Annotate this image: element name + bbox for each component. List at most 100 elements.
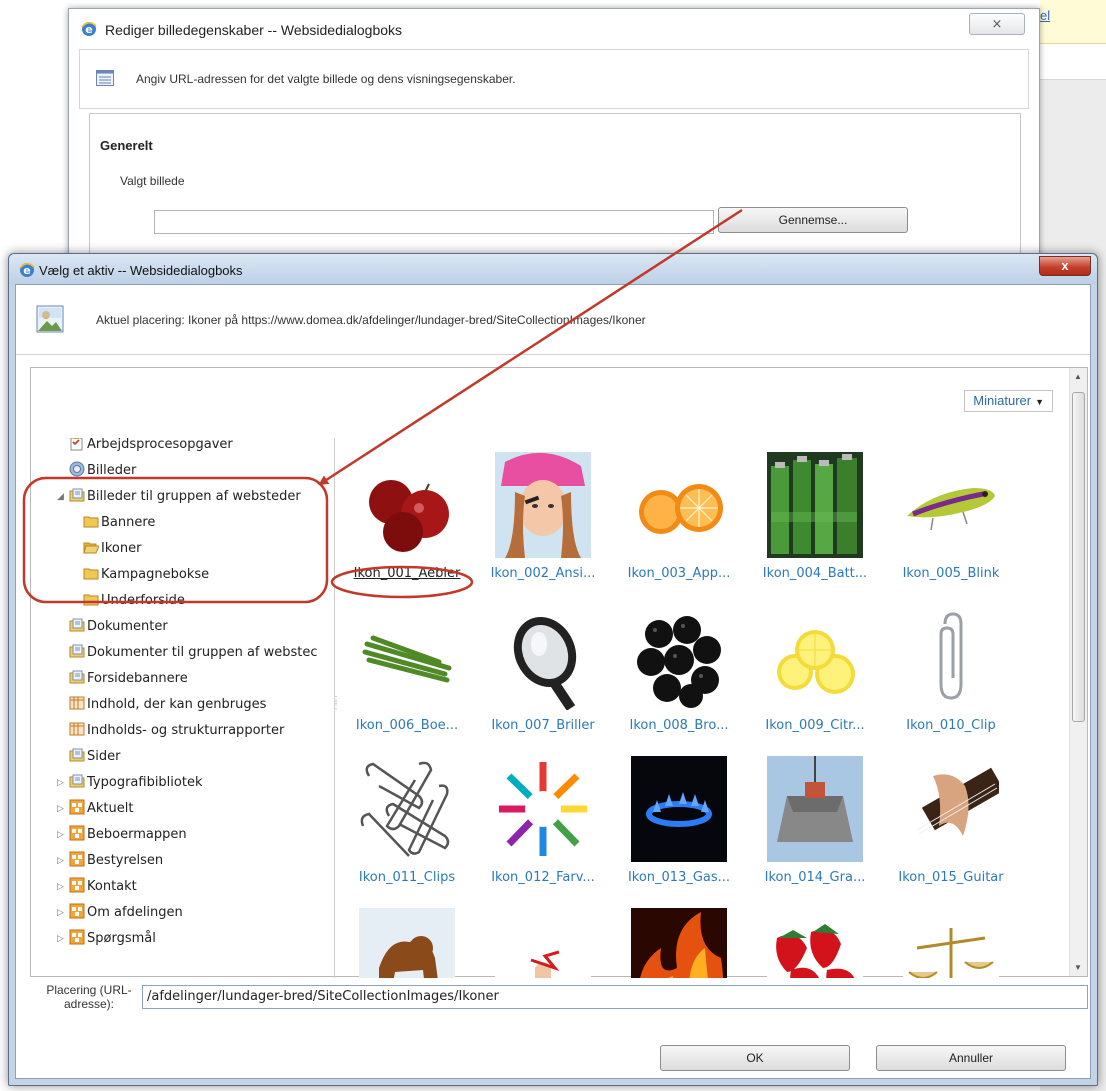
thumbnail-item[interactable]: [475, 908, 611, 978]
expand-icon[interactable]: ▷: [57, 824, 64, 846]
edit-dialog-titlebar: e Rediger billedegenskaber -- Websidedia…: [69, 9, 1039, 49]
thumbnail-item[interactable]: Ikon_003_App...: [611, 452, 747, 592]
thumbnail-caption[interactable]: Ikon_001_Aebler: [339, 566, 475, 581]
thumbnail-image[interactable]: [359, 908, 455, 978]
list-icon: [69, 695, 85, 711]
tree-item[interactable]: Bannere: [83, 512, 155, 534]
tree-item[interactable]: ▷ Aktuelt: [57, 798, 133, 820]
thumbnail-item[interactable]: Ikon_004_Batt...: [747, 452, 883, 592]
tree-item[interactable]: Underforside: [83, 590, 185, 612]
tree-item[interactable]: Indholds- og strukturrapporter: [69, 720, 284, 742]
tree-item[interactable]: ◢ Billeder til gruppen af websteder: [57, 486, 301, 508]
subsite-icon: [69, 825, 85, 841]
thumbnail-item[interactable]: Ikon_015_Guitar: [883, 756, 1019, 896]
thumbnail-image[interactable]: [631, 604, 727, 710]
selected-image-input[interactable]: [154, 210, 714, 234]
thumbnail-item[interactable]: Ikon_008_Bro...: [611, 604, 747, 744]
thumbnail-item[interactable]: [339, 908, 475, 978]
tree-item-label: Bestyrelsen: [87, 853, 164, 868]
scroll-thumb[interactable]: [1072, 392, 1085, 722]
browse-button[interactable]: Gennemse...: [718, 207, 908, 233]
thumbnail-caption[interactable]: Ikon_011_Clips: [339, 870, 475, 885]
thumbnail-image[interactable]: [903, 604, 999, 710]
tree-item[interactable]: ▷ Kontakt: [57, 876, 137, 898]
thumbnail-image[interactable]: [903, 756, 999, 862]
tree-item[interactable]: ▷ Om afdelingen: [57, 902, 183, 924]
expand-icon[interactable]: ▷: [57, 772, 64, 794]
close-button[interactable]: ⨯: [969, 13, 1025, 35]
thumbnail-caption[interactable]: Ikon_007_Briller: [475, 718, 611, 733]
tree-item[interactable]: ▷ Bestyrelsen: [57, 850, 164, 872]
thumbnail-caption[interactable]: Ikon_014_Gra...: [747, 870, 883, 885]
thumbnail-caption[interactable]: Ikon_006_Boe...: [339, 718, 475, 733]
thumbnail-item[interactable]: Ikon_006_Boe...: [339, 604, 475, 744]
thumbnail-image[interactable]: [767, 756, 863, 862]
thumbnail-caption[interactable]: Ikon_010_Clip: [883, 718, 1019, 733]
thumbnail-caption[interactable]: Ikon_009_Citr...: [747, 718, 883, 733]
tree-item[interactable]: Ikoner: [83, 538, 141, 560]
thumbnail-image[interactable]: [495, 604, 591, 710]
view-mode-dropdown[interactable]: Miniaturer ▼: [964, 390, 1053, 412]
tree-item[interactable]: Arbejdsprocesopgaver: [69, 438, 233, 456]
thumbnail-caption[interactable]: Ikon_002_Ansi...: [475, 566, 611, 581]
thumbnail-item[interactable]: Ikon_005_Blink: [883, 452, 1019, 592]
thumbnail-image[interactable]: [495, 452, 591, 558]
thumbnail-image[interactable]: [359, 452, 455, 558]
scroll-down-icon[interactable]: ▼: [1074, 963, 1082, 972]
thumbnail-item[interactable]: [747, 908, 883, 978]
tree-item[interactable]: ▷ Beboermappen: [57, 824, 187, 846]
thumbnail-image[interactable]: [359, 756, 455, 862]
vertical-scrollbar[interactable]: ▲ ▼: [1069, 368, 1087, 976]
thumbnail-image[interactable]: [767, 908, 863, 978]
tree-item[interactable]: Dokumenter: [69, 616, 168, 638]
expand-icon[interactable]: ▷: [57, 850, 64, 872]
url-input[interactable]: /afdelinger/lundager-bred/SiteCollection…: [142, 985, 1088, 1009]
thumbnail-image[interactable]: [903, 908, 999, 978]
thumbnail-item[interactable]: Ikon_001_Aebler: [339, 452, 475, 592]
thumbnail-image[interactable]: [903, 452, 999, 558]
tree-item[interactable]: ▷ Spørgsmål: [57, 928, 156, 950]
tree-item[interactable]: Billeder: [69, 460, 136, 482]
tree-item[interactable]: Dokumenter til gruppen af webstec: [69, 642, 318, 664]
expand-icon[interactable]: ▷: [57, 798, 64, 820]
thumbnail-image[interactable]: [767, 452, 863, 558]
thumbnail-item[interactable]: Ikon_011_Clips: [339, 756, 475, 896]
tree-item[interactable]: Sider: [69, 746, 120, 768]
expand-icon[interactable]: ◢: [57, 486, 64, 508]
thumbnail-item[interactable]: Ikon_012_Farv...: [475, 756, 611, 896]
thumbnail-caption[interactable]: Ikon_003_App...: [611, 566, 747, 581]
thumbnail-item[interactable]: Ikon_014_Gra...: [747, 756, 883, 896]
thumbnail-caption[interactable]: Ikon_004_Batt...: [747, 566, 883, 581]
thumbnail-caption[interactable]: Ikon_013_Gas...: [611, 870, 747, 885]
thumbnail-item[interactable]: Ikon_009_Citr...: [747, 604, 883, 744]
tree-item[interactable]: Indhold, der kan genbruges: [69, 694, 266, 716]
thumbnail-image[interactable]: [495, 756, 591, 862]
tree-item[interactable]: ▷ Typografibibliotek: [57, 772, 202, 794]
thumbnail-caption[interactable]: Ikon_012_Farv...: [475, 870, 611, 885]
tree-item[interactable]: Kampagnebokse: [83, 564, 209, 586]
tree-item[interactable]: Forsidebannere: [69, 668, 188, 690]
expand-icon[interactable]: ▷: [57, 902, 64, 924]
thumbnail-image[interactable]: [359, 604, 455, 710]
scroll-up-icon[interactable]: ▲: [1074, 372, 1082, 381]
thumbnail-caption[interactable]: Ikon_015_Guitar: [883, 870, 1019, 885]
thumbnail-item[interactable]: Ikon_010_Clip: [883, 604, 1019, 744]
cancel-button[interactable]: Annuller: [876, 1045, 1066, 1071]
ok-button[interactable]: OK: [660, 1045, 850, 1071]
thumbnail-item[interactable]: [611, 908, 747, 978]
thumbnail-image[interactable]: [631, 756, 727, 862]
expand-icon[interactable]: ▷: [57, 876, 64, 898]
thumbnail-image[interactable]: [631, 908, 727, 978]
thumbnail-item[interactable]: [883, 908, 1019, 978]
background-link[interactable]: el: [1040, 8, 1050, 23]
close-button[interactable]: x: [1039, 256, 1091, 276]
expand-icon[interactable]: ▷: [57, 928, 64, 950]
thumbnail-caption[interactable]: Ikon_005_Blink: [883, 566, 1019, 581]
thumbnail-image[interactable]: [767, 604, 863, 710]
thumbnail-image[interactable]: [631, 452, 727, 558]
thumbnail-item[interactable]: Ikon_013_Gas...: [611, 756, 747, 896]
thumbnail-caption[interactable]: Ikon_008_Bro...: [611, 718, 747, 733]
thumbnail-item[interactable]: Ikon_007_Briller: [475, 604, 611, 744]
thumbnail-image[interactable]: [495, 908, 591, 978]
thumbnail-item[interactable]: Ikon_002_Ansi...: [475, 452, 611, 592]
